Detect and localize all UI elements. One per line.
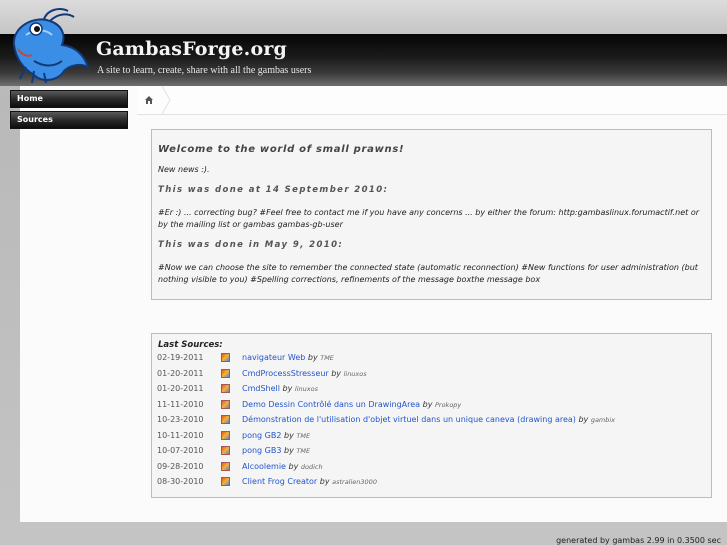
source-author[interactable]: dodich <box>301 463 323 471</box>
home-icon[interactable] <box>144 95 154 105</box>
source-file-icon <box>221 415 230 425</box>
source-by-label: by <box>288 461 299 471</box>
source-by-label: by <box>578 415 589 425</box>
source-by-label: by <box>284 446 294 456</box>
source-link[interactable]: pong GB2 <box>242 431 281 440</box>
news-date-1: This was done at 14 September 2010: <box>158 185 389 195</box>
welcome-heading: Welcome to the world of small prawns! <box>158 144 405 155</box>
source-link[interactable]: navigateur Web <box>242 353 305 362</box>
source-author[interactable]: linuxos <box>344 370 367 378</box>
source-date: 11-11-2010 <box>157 399 204 409</box>
source-link[interactable]: CmdShell <box>242 384 280 393</box>
source-link[interactable]: CmdProcessStresseur <box>242 369 329 378</box>
table-row: 10-07-2010 pong GB3 by TME <box>157 443 615 459</box>
source-author[interactable]: TME <box>296 447 310 455</box>
nav-sources-button[interactable]: Sources <box>10 111 128 129</box>
table-row: 09-28-2010 Alcoolemie by dodich <box>157 459 615 475</box>
nav-home-button[interactable]: Home <box>10 90 128 108</box>
breadcrumb <box>137 86 727 115</box>
source-author[interactable]: Prokopy <box>435 401 461 409</box>
source-author[interactable]: TME <box>296 432 310 440</box>
news-text-1: #Er :) ... correcting bug? #Feel free to… <box>158 208 700 229</box>
source-by-label: by <box>307 353 318 363</box>
source-by-label: by <box>284 430 294 440</box>
site-tagline: A site to learn, create, share with all … <box>97 65 312 76</box>
source-file-icon <box>221 353 230 363</box>
left-nav: Home Sources <box>10 90 128 132</box>
source-date: 10-23-2010 <box>157 415 204 425</box>
sources-table: 02-19-2011 navigateur Web by TME 01-20-201… <box>157 350 615 490</box>
source-by-label: by <box>319 477 330 487</box>
news-date-2: This was done in May 9, 2010: <box>158 240 344 250</box>
welcome-panel: Welcome to the world of small prawns! Ne… <box>151 129 712 300</box>
source-date: 01-20-2011 <box>157 368 204 378</box>
source-date: 01-20-2011 <box>157 384 204 394</box>
source-author[interactable]: astralien3000 <box>332 478 377 486</box>
source-file-icon <box>221 368 230 378</box>
site-title[interactable]: GambasForge.org <box>96 38 287 60</box>
source-by-label: by <box>282 384 293 394</box>
source-date: 08-30-2010 <box>157 477 204 487</box>
main-content: Welcome to the world of small prawns! Ne… <box>20 86 727 522</box>
prawn-logo-icon[interactable] <box>4 5 92 85</box>
source-file-icon <box>221 430 230 440</box>
source-link[interactable]: Client Frog Creator <box>242 477 317 486</box>
source-date: 10-11-2010 <box>157 430 204 440</box>
source-link[interactable]: Alcoolemie <box>242 462 286 471</box>
source-by-label: by <box>331 368 342 378</box>
source-date: 09-28-2010 <box>157 461 204 471</box>
welcome-news: New news :). <box>158 165 210 174</box>
last-sources-panel: Last Sources: 02-19-2011 navigateur Web b… <box>151 333 712 498</box>
source-file-icon <box>221 446 230 456</box>
news-text-2: #Now we can choose the site to remember … <box>158 263 698 284</box>
source-link[interactable]: Demo Dessin Contrôlé dans un DrawingArea <box>242 400 420 409</box>
table-row: 01-20-2011 CmdShell by linuxos <box>157 381 615 397</box>
source-date: 02-19-2011 <box>157 353 204 363</box>
source-file-icon <box>221 384 230 394</box>
header-top-band <box>0 0 727 34</box>
table-row: 11-11-2010 Demo Dessin Contrôlé dans un D… <box>157 397 615 413</box>
source-date: 10-07-2010 <box>157 446 204 456</box>
source-by-label: by <box>422 399 433 409</box>
source-author[interactable]: TME <box>320 354 334 362</box>
source-author[interactable]: linuxos <box>295 385 318 393</box>
table-row: 01-20-2011 CmdProcessStresseur by linuxos <box>157 366 615 382</box>
source-file-icon <box>221 461 230 471</box>
table-row: 08-30-2010 Client Frog Creator by astrali… <box>157 474 615 490</box>
last-sources-heading: Last Sources: <box>158 340 223 350</box>
source-author[interactable]: gambix <box>591 416 615 424</box>
breadcrumb-separator-icon <box>161 86 171 114</box>
source-link[interactable]: pong GB3 <box>242 446 281 455</box>
footer-generated-text: generated by gambas 2.99 in 0.3500 sec <box>556 536 721 545</box>
table-row: 02-19-2011 navigateur Web by TME <box>157 350 615 366</box>
table-row: 10-23-2010 Démonstration de l'utilisation… <box>157 412 615 428</box>
source-link[interactable]: Démonstration de l'utilisation d'objet v… <box>242 415 576 424</box>
table-row: 10-11-2010 pong GB2 by TME <box>157 428 615 444</box>
source-file-icon <box>221 477 230 487</box>
source-file-icon <box>221 399 230 409</box>
